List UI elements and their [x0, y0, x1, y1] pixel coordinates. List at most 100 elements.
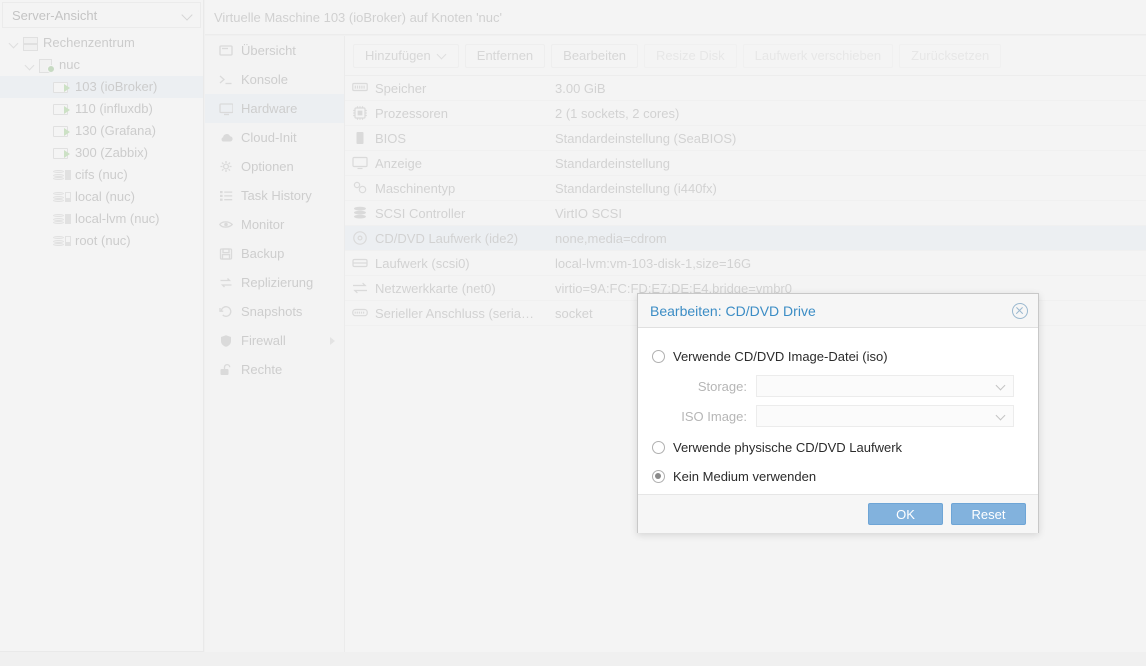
nav-item-konsole[interactable]: Konsole	[205, 65, 344, 94]
network-icon	[345, 280, 375, 296]
tree-item-label: root (nuc)	[75, 233, 131, 248]
hardware-item-value: local-lvm:vm-103-disk-1,size=16G	[555, 255, 752, 271]
toolbar-button-label: Zurücksetzen	[911, 48, 990, 63]
radio-option-none[interactable]: Kein Medium verwenden	[652, 464, 1024, 489]
toolbar-button-label: Hinzufügen	[365, 48, 431, 63]
content-header: Virtuelle Maschine 103 (ioBroker) auf Kn…	[205, 0, 1146, 35]
tree-item-local-lvm-nuc[interactable]: local-lvm (nuc)	[0, 208, 203, 230]
tree-item-label: 130 (Grafana)	[75, 123, 156, 138]
hardware-item-value: none,media=cdrom	[555, 230, 667, 246]
toolbar-button-label: Resize Disk	[656, 48, 725, 63]
close-icon[interactable]	[1012, 302, 1028, 319]
storage-select[interactable]	[756, 375, 1014, 397]
table-row[interactable]: SCSI Controller VirtIO SCSI	[345, 201, 1146, 226]
hardware-item-name: Netzwerkkarte (net0)	[375, 280, 496, 296]
table-row[interactable]: BIOS Standardeinstellung (SeaBIOS)	[345, 126, 1146, 151]
tree-item-rechenzentrum[interactable]: Rechenzentrum	[0, 32, 203, 54]
node-icon	[37, 57, 55, 73]
unlock-icon	[219, 363, 241, 377]
gear-icon	[219, 160, 241, 174]
chevron-right-icon	[330, 337, 335, 345]
nav-item-backup[interactable]: Backup	[205, 239, 344, 268]
hardware-item-name: SCSI Controller	[375, 205, 466, 221]
hardware-item-value: Standardeinstellung (i440fx)	[555, 180, 717, 196]
hardware-item-name: Serieller Anschluss (seria…	[375, 305, 534, 321]
toolbar-button-hinzuf-gen[interactable]: Hinzufügen	[353, 43, 459, 68]
chevron-down-icon	[182, 9, 194, 21]
nav-item-hardware[interactable]: Hardware	[205, 94, 344, 123]
tree-item-label: local-lvm (nuc)	[75, 211, 160, 226]
nav-item-snapshots[interactable]: Snapshots	[205, 297, 344, 326]
toolbar-button-label: Bearbeiten	[563, 48, 627, 63]
nav-item-label: Firewall	[241, 333, 286, 348]
hardware-item-name: Prozessoren	[375, 105, 448, 121]
radio-option-iso[interactable]: Verwende CD/DVD Image-Datei (iso)	[652, 344, 1024, 369]
shield-icon	[219, 334, 241, 348]
nav-item-optionen[interactable]: Optionen	[205, 152, 344, 181]
tree-item-root-nuc[interactable]: root (nuc)	[0, 230, 203, 252]
toolbar-button-entfernen[interactable]: Entfernen	[464, 43, 546, 68]
hardware-item-name: Maschinentyp	[375, 180, 456, 196]
floppy-icon	[219, 247, 241, 261]
vm-icon	[53, 101, 71, 117]
reset-button[interactable]: Reset	[951, 503, 1026, 525]
radio-option-physical[interactable]: Verwende physische CD/DVD Laufwerk	[652, 435, 1024, 460]
tree-item-cifs-nuc[interactable]: cifs (nuc)	[0, 164, 203, 186]
cloud-icon	[219, 131, 241, 145]
nav-item-label: Backup	[241, 246, 285, 261]
overview-icon	[219, 44, 241, 58]
nav-item-firewall[interactable]: Firewall	[205, 326, 344, 355]
hardware-item-value: Standardeinstellung	[555, 155, 670, 171]
view-selector[interactable]: Server-Ansicht	[2, 2, 201, 28]
replication-icon	[219, 276, 241, 290]
storage-icon	[53, 233, 71, 249]
tree-item-label: 110 (influxdb)	[75, 101, 153, 116]
storage-label: Storage:	[697, 378, 747, 394]
nav-item-label: Cloud-Init	[241, 130, 297, 145]
tree-item-label: local (nuc)	[75, 189, 135, 204]
vm-nav-menu: Übersicht Konsole Hardware Cloud-Init Option…	[205, 36, 345, 652]
nav-item-label: Übersicht	[241, 43, 296, 58]
tree-expand-icon[interactable]	[8, 37, 21, 50]
tree-item-300-zabbix[interactable]: 300 (Zabbix)	[0, 142, 203, 164]
nav-item-label: Hardware	[241, 101, 298, 116]
nav-item-task-history[interactable]: Task History	[205, 181, 344, 210]
tree-item-local-nuc[interactable]: local (nuc)	[0, 186, 203, 208]
table-row[interactable]: CD/DVD Laufwerk (ide2) none,media=cdrom	[345, 226, 1146, 251]
tree-item-label: 300 (Zabbix)	[75, 145, 148, 160]
table-row[interactable]: Anzeige Standardeinstellung	[345, 151, 1146, 176]
nav-item-label: Replizierung	[241, 275, 314, 290]
nav-item-monitor[interactable]: Monitor	[205, 210, 344, 239]
storage-icon	[53, 211, 71, 227]
sidebar: Server-Ansicht Rechenzentrum nuc 103 (ioBr…	[0, 0, 204, 652]
radio-none-indicator	[652, 470, 665, 483]
radio-iso-label: Verwende CD/DVD Image-Datei (iso)	[673, 349, 888, 364]
chevron-down-icon	[996, 411, 1007, 422]
table-row[interactable]: Prozessoren 2 (1 sockets, 2 cores)	[345, 101, 1146, 126]
iso-image-select[interactable]	[756, 405, 1014, 427]
tree-expand-icon[interactable]	[24, 59, 37, 72]
nav-item-label: Monitor	[241, 217, 285, 232]
tree-item-130-grafana[interactable]: 130 (Grafana)	[0, 120, 203, 142]
toolbar-button-bearbeiten[interactable]: Bearbeiten	[551, 43, 639, 68]
view-selector-label: Server-Ansicht	[12, 7, 98, 23]
nav-item-replizierung[interactable]: Replizierung	[205, 268, 344, 297]
toolbar-button-label: Entfernen	[476, 48, 534, 63]
table-row[interactable]: Maschinentyp Standardeinstellung (i440fx)	[345, 176, 1146, 201]
ok-button[interactable]: OK	[868, 503, 943, 525]
tree-item-nuc[interactable]: nuc	[0, 54, 203, 76]
hardware-item-value: 2 (1 sockets, 2 cores)	[555, 105, 680, 121]
nav-item-cloud-init[interactable]: Cloud-Init	[205, 123, 344, 152]
history-icon	[219, 305, 241, 319]
nav-item-rechte[interactable]: Rechte	[205, 355, 344, 384]
nav-item--bersicht[interactable]: Übersicht	[205, 36, 344, 65]
table-row[interactable]: Speicher 3.00 GiB	[345, 76, 1146, 101]
hardware-item-value: 3.00 GiB	[555, 80, 606, 96]
tree-item-103-iobroker[interactable]: 103 (ioBroker)	[0, 76, 203, 98]
table-row[interactable]: Laufwerk (scsi0) local-lvm:vm-103-disk-1,…	[345, 251, 1146, 276]
vm-icon	[53, 79, 71, 95]
toolbar-button-resize-disk: Resize Disk	[644, 43, 737, 68]
tree-item-110-influxdb[interactable]: 110 (influxdb)	[0, 98, 203, 120]
